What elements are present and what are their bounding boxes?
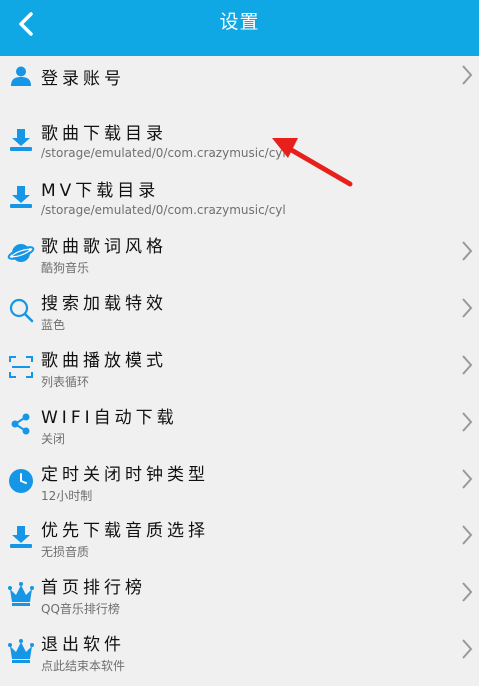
app-header: 设置 (0, 0, 479, 56)
search-icon (6, 295, 36, 325)
setting-download-quality[interactable]: 优先下载音质选择 无损音质 (0, 510, 479, 567)
chevron-right-icon (462, 468, 473, 489)
setting-title: 搜索加载特效 (41, 294, 167, 315)
share-icon (6, 409, 36, 439)
download-icon (6, 182, 36, 212)
planet-icon (6, 238, 36, 268)
chevron-right-icon (462, 241, 473, 262)
setting-value: /storage/emulated/0/com.crazymusic/cyl (41, 145, 286, 160)
setting-song-download-dir[interactable]: 歌曲下载目录 /storage/emulated/0/com.crazymusi… (0, 113, 479, 170)
setting-title: 优先下载音质选择 (41, 521, 209, 542)
setting-play-mode[interactable]: 歌曲播放模式 列表循环 (0, 340, 479, 397)
setting-value: 无损音质 (41, 545, 90, 560)
setting-title: 歌曲下载目录 (41, 123, 167, 144)
crown-icon (6, 579, 36, 609)
crown-icon (6, 636, 36, 666)
setting-timer-clock-type[interactable]: 定时关闭时钟类型 12小时制 (0, 454, 479, 511)
setting-value: 蓝色 (41, 318, 66, 333)
setting-title: 退出软件 (41, 634, 125, 655)
scan-frame-icon (6, 352, 36, 382)
setting-value: 酷狗音乐 (41, 261, 90, 276)
chevron-right-icon (462, 639, 473, 659)
setting-value: 12小时制 (41, 488, 93, 503)
setting-title: 登录账号 (41, 69, 125, 89)
chevron-right-icon (462, 355, 473, 375)
clock-icon (6, 466, 36, 496)
setting-value: QQ音乐排行榜 (41, 602, 120, 617)
chevron-right-icon (462, 65, 473, 85)
setting-title: WIFI自动下载 (41, 407, 178, 428)
chevron-right-icon (462, 298, 473, 318)
chevron-right-icon (462, 412, 473, 432)
setting-login-account[interactable]: 登录账号 (0, 56, 479, 113)
user-icon (6, 61, 36, 91)
chevron-right-icon (462, 525, 473, 546)
setting-title: 歌曲歌词风格 (41, 237, 167, 258)
setting-title: 歌曲播放模式 (41, 350, 167, 371)
setting-mv-download-dir[interactable]: MV下载目录 /storage/emulated/0/com.crazymusi… (0, 170, 479, 227)
setting-value: 点此结束本软件 (41, 658, 126, 673)
setting-value: 关闭 (41, 431, 66, 446)
setting-wifi-auto-download[interactable]: WIFI自动下载 关闭 (0, 397, 479, 454)
setting-lyric-style[interactable]: 歌曲歌词风格 酷狗音乐 (0, 226, 479, 283)
setting-exit-app[interactable]: 退出软件 点此结束本软件 (0, 624, 479, 681)
setting-value: 列表循环 (41, 374, 90, 389)
setting-title: 定时关闭时钟类型 (41, 464, 209, 485)
setting-home-chart[interactable]: 首页排行榜 QQ音乐排行榜 (0, 567, 479, 624)
setting-title: MV下载目录 (41, 180, 160, 201)
page-title: 设置 (219, 11, 260, 33)
download-icon (6, 125, 36, 155)
download-icon (6, 522, 36, 552)
settings-list: 登录账号 歌曲下载目录 /storage/emulated/0/com.craz… (0, 56, 479, 681)
setting-value: /storage/emulated/0/com.crazymusic/cyl (41, 202, 286, 217)
setting-search-effect[interactable]: 搜索加载特效 蓝色 (0, 283, 479, 340)
chevron-right-icon (462, 582, 473, 602)
setting-title: 首页排行榜 (41, 578, 146, 599)
